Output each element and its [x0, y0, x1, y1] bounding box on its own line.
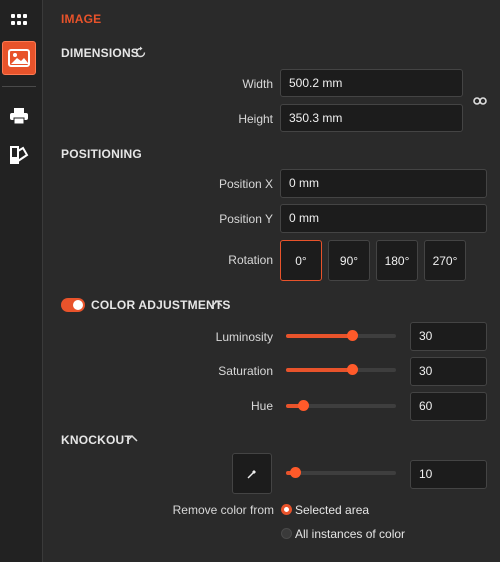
luminosity-slider[interactable] [286, 330, 396, 341]
rotation-0-button[interactable]: 0° [280, 240, 322, 281]
height-field[interactable]: 350.3 mm [280, 104, 463, 132]
chevron-up-icon[interactable] [126, 433, 138, 447]
position-y-label: Position Y [219, 212, 273, 226]
saturation-thumb[interactable] [347, 364, 358, 375]
width-label: Width [242, 77, 273, 91]
grid-icon[interactable] [2, 4, 36, 36]
luminosity-fill [286, 334, 352, 338]
saturation-value[interactable]: 30 [410, 357, 487, 386]
position-y-field[interactable]: 0 mm [280, 204, 487, 233]
knockout-value[interactable]: 10 [410, 460, 487, 489]
width-field[interactable]: 500.2 mm [280, 69, 463, 97]
eyedropper-icon [247, 469, 256, 478]
height-label: Height [238, 112, 273, 126]
image-icon[interactable] [2, 41, 36, 75]
position-x-label: Position X [218, 177, 273, 191]
radio-selected-area[interactable] [281, 504, 292, 515]
rotation-180-button[interactable]: 180° [376, 240, 418, 281]
saturation-label: Saturation [218, 364, 273, 378]
color-adjustments-toggle[interactable] [61, 298, 85, 312]
all-instances-label[interactable]: All instances of color [295, 527, 405, 541]
rail-divider [2, 86, 36, 87]
reset-icon[interactable] [135, 46, 146, 61]
rotation-90-button[interactable]: 90° [328, 240, 370, 281]
saturation-slider[interactable] [286, 364, 396, 375]
selected-area-label[interactable]: Selected area [295, 503, 369, 517]
luminosity-label: Luminosity [215, 330, 273, 344]
radio-all-instances[interactable] [281, 528, 292, 539]
knockout-heading: KNOCKOUT [61, 433, 132, 447]
positioning-heading: POSITIONING [61, 147, 142, 161]
image-panel: IMAGE DIMENSIONS Width 500.2 mm Height 3… [43, 0, 500, 562]
toggle-knob [73, 300, 83, 310]
panel-title: IMAGE [61, 12, 102, 26]
chevron-up-icon[interactable] [211, 298, 223, 312]
hue-label: Hue [250, 399, 273, 413]
color-swatch-icon[interactable] [2, 139, 36, 171]
hue-thumb[interactable] [297, 400, 309, 411]
hue-slider[interactable] [286, 400, 396, 411]
luminosity-value[interactable]: 30 [410, 322, 487, 351]
rotation-270-button[interactable]: 270° [424, 240, 466, 281]
remove-color-label: Remove color from [172, 503, 274, 517]
link-icon[interactable] [473, 95, 487, 109]
saturation-fill [286, 368, 352, 372]
hue-value[interactable]: 60 [410, 392, 487, 421]
knockout-slider[interactable] [286, 467, 396, 478]
knockout-thumb[interactable] [289, 467, 301, 478]
color-adjustments-heading: COLOR ADJUSTMENTS [91, 298, 231, 312]
eyedropper-button[interactable] [232, 453, 272, 494]
rotation-label: Rotation [228, 253, 273, 267]
luminosity-thumb[interactable] [347, 330, 358, 341]
position-x-field[interactable]: 0 mm [280, 169, 487, 198]
tool-rail [0, 0, 43, 562]
dimensions-heading: DIMENSIONS [61, 46, 140, 60]
printer-icon[interactable] [2, 100, 36, 132]
